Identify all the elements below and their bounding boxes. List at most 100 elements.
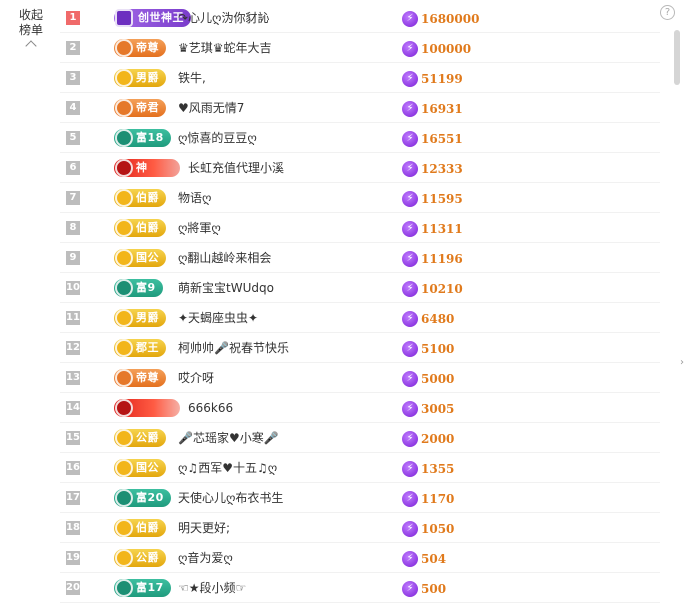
user-name[interactable]: 物语ღ — [178, 183, 211, 213]
rank-number: 10 — [66, 281, 80, 295]
rank-number: 18 — [66, 521, 80, 535]
user-name[interactable]: ♥风雨无情7 — [178, 93, 244, 123]
ranking-row[interactable]: 3 男爵 铁牛, ⚡ 51199 — [60, 63, 660, 93]
user-name[interactable]: 天使心儿ღ布衣书生 — [178, 483, 283, 513]
ranking-row[interactable]: 17 富20 天使心儿ღ布衣书生 ⚡ 1170 — [60, 483, 660, 513]
ranking-row[interactable]: 7 伯爵 物语ღ ⚡ 11595 — [60, 183, 660, 213]
level-badge: 公爵 — [114, 429, 166, 447]
user-name[interactable]: 666k66 — [188, 393, 233, 423]
user-name[interactable]: 长虹充值代理小溪 — [188, 153, 284, 183]
user-name[interactable]: ღ將軍ღ — [178, 213, 221, 243]
ranking-row[interactable]: 10 富9 萌新宝宝tWUdqo ⚡ 10210 — [60, 273, 660, 303]
lightning-bolt-icon: ⚡ — [402, 310, 418, 327]
score-value: 1680000 — [421, 11, 480, 26]
user-name[interactable]: 明天更好; — [178, 513, 230, 543]
level-badge: 富9 — [114, 279, 163, 297]
user-name[interactable]: 哎介呀 — [178, 363, 214, 393]
rank-number: 12 — [66, 341, 80, 355]
lightning-bolt-icon: ⚡ — [402, 70, 418, 87]
user-name[interactable]: ღ惊喜的豆豆ღ — [178, 123, 257, 153]
level-badge — [114, 399, 180, 417]
lightning-bolt-icon: ⚡ — [402, 550, 418, 567]
badge-emblem-icon — [115, 189, 133, 207]
contribution-score: ⚡ 16551 — [402, 123, 463, 153]
contribution-score: ⚡ 1170 — [402, 483, 454, 513]
contribution-score: ⚡ 5000 — [402, 363, 454, 393]
ranking-row[interactable]: 6 神 长虹充值代理小溪 ⚡ 12333 — [60, 153, 660, 183]
ranking-row[interactable]: 15 公爵 🎤芯瑶家♥小寒🎤 ⚡ 2000 — [60, 423, 660, 453]
score-value: 51199 — [421, 71, 463, 86]
badge-emblem-icon — [115, 99, 133, 117]
scrollbar-thumb[interactable] — [674, 30, 680, 85]
ranking-row[interactable]: 9 国公 ღ翻山越岭来相会 ⚡ 11196 — [60, 243, 660, 273]
badge-emblem-icon — [115, 519, 133, 537]
badge-label: 国公 — [136, 461, 159, 474]
user-name[interactable]: 铁牛, — [178, 63, 206, 93]
ranking-row[interactable]: 11 男爵 ✦天蝎座虫虫✦ ⚡ 6480 — [60, 303, 660, 333]
user-name[interactable]: ✦天蝎座虫虫✦ — [178, 303, 258, 333]
score-value: 10210 — [421, 281, 463, 296]
contribution-score: ⚡ 504 — [402, 543, 446, 573]
side-expand-arrow-icon[interactable]: › — [680, 357, 684, 368]
score-value: 11196 — [421, 251, 463, 266]
user-name[interactable]: ღ音为爱ღ — [178, 543, 233, 573]
badge-label: 富9 — [136, 281, 156, 294]
ranking-row[interactable]: 8 伯爵 ღ將軍ღ ⚡ 11311 — [60, 213, 660, 243]
ranking-row[interactable]: 16 国公 ღ♫西军♥十五♫ღ ⚡ 1355 — [60, 453, 660, 483]
ranking-row[interactable]: 1 创世神王 ↷心儿ღ沩你豺訫 ⚡ 1680000 — [60, 3, 660, 33]
level-badge: 男爵 — [114, 69, 166, 87]
score-value: 100000 — [421, 41, 472, 56]
badge-label: 富20 — [136, 491, 164, 504]
level-badge: 帝君 — [114, 99, 166, 117]
ranking-row[interactable]: 20 富17 ☜★段小频☞ ⚡ 500 — [60, 573, 660, 603]
level-badge: 伯爵 — [114, 189, 166, 207]
badge-label: 公爵 — [136, 551, 159, 564]
badge-emblem-icon — [115, 369, 133, 387]
lightning-bolt-icon: ⚡ — [402, 220, 418, 237]
lightning-bolt-icon: ⚡ — [402, 400, 418, 417]
rank-number: 1 — [66, 11, 80, 25]
ranking-row[interactable]: 5 富18 ღ惊喜的豆豆ღ ⚡ 16551 — [60, 123, 660, 153]
level-badge: 富17 — [114, 579, 171, 597]
lightning-bolt-icon: ⚡ — [402, 520, 418, 537]
contribution-score: ⚡ 1680000 — [402, 3, 479, 33]
rank-number: 5 — [66, 131, 80, 145]
lightning-bolt-icon: ⚡ — [402, 40, 418, 57]
ranking-row[interactable]: 12 郡王 柯帅帅🎤祝春节快乐 ⚡ 5100 — [60, 333, 660, 363]
contribution-score: ⚡ 2000 — [402, 423, 454, 453]
badge-label: 伯爵 — [136, 221, 159, 234]
help-icon[interactable]: ? — [660, 5, 675, 20]
level-badge: 神 — [114, 159, 180, 177]
user-name[interactable]: ↷心儿ღ沩你豺訫 — [178, 3, 270, 33]
score-value: 2000 — [421, 431, 455, 446]
user-name[interactable]: 萌新宝宝tWUdqo — [178, 273, 274, 303]
user-name[interactable]: 柯帅帅🎤祝春节快乐 — [178, 333, 289, 363]
user-name[interactable]: ღ翻山越岭来相会 — [178, 243, 271, 273]
contribution-score: ⚡ 10210 — [402, 273, 463, 303]
ranking-row[interactable]: 13 帝尊 哎介呀 ⚡ 5000 — [60, 363, 660, 393]
ranking-row[interactable]: 18 伯爵 明天更好; ⚡ 1050 — [60, 513, 660, 543]
rank-number: 13 — [66, 371, 80, 385]
ranking-row[interactable]: 4 帝君 ♥风雨无情7 ⚡ 16931 — [60, 93, 660, 123]
user-name[interactable]: ♛艺琪♛蛇年大吉 — [178, 33, 272, 63]
score-value: 16551 — [421, 131, 463, 146]
scrollbar[interactable] — [673, 22, 682, 608]
user-name[interactable]: 🎤芯瑶家♥小寒🎤 — [178, 423, 279, 453]
lightning-bolt-icon: ⚡ — [402, 580, 418, 597]
badge-emblem-icon — [115, 69, 133, 87]
collapse-ranking-button[interactable]: 收起 榜单 — [10, 8, 52, 52]
contribution-score: ⚡ 11311 — [402, 213, 463, 243]
ranking-row[interactable]: 19 公爵 ღ音为爱ღ ⚡ 504 — [60, 543, 660, 573]
chevron-up-icon — [25, 40, 37, 52]
lightning-bolt-icon: ⚡ — [402, 190, 418, 207]
contribution-score: ⚡ 3005 — [402, 393, 454, 423]
user-name[interactable]: ☜★段小频☞ — [178, 573, 246, 603]
ranking-row[interactable]: 14 666k66 ⚡ 3005 — [60, 393, 660, 423]
badge-label: 富18 — [136, 131, 164, 144]
badge-emblem-icon — [115, 429, 133, 447]
level-badge: 帝尊 — [114, 369, 166, 387]
badge-label: 帝尊 — [136, 41, 159, 54]
ranking-row[interactable]: 2 帝尊 ♛艺琪♛蛇年大吉 ⚡ 100000 — [60, 33, 660, 63]
lightning-bolt-icon: ⚡ — [402, 100, 418, 117]
user-name[interactable]: ღ♫西军♥十五♫ღ — [178, 453, 277, 483]
